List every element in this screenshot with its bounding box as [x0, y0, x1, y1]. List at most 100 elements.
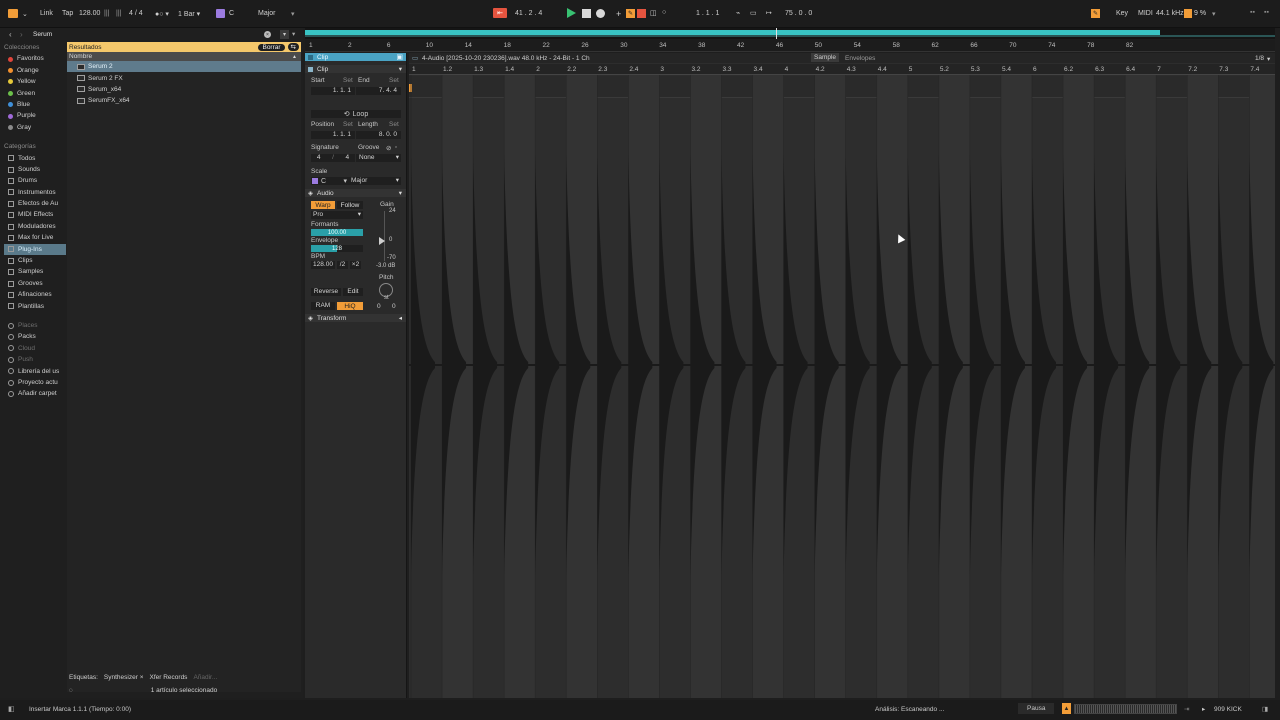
- nudge-bars-icon[interactable]: |||: [116, 10, 121, 17]
- edit-button[interactable]: Edit: [343, 288, 363, 296]
- clip-section-chevron-icon[interactable]: ▾: [399, 65, 402, 73]
- place-item[interactable]: Packs: [4, 331, 66, 342]
- length-field[interactable]: 8. 0. 0: [356, 131, 401, 139]
- signature-numerator[interactable]: 4: [317, 154, 321, 162]
- groove-hot-swap-icon[interactable]: ⊘: [386, 144, 391, 152]
- collection-item[interactable]: Green: [4, 88, 66, 99]
- collection-item[interactable]: Gray: [4, 122, 66, 133]
- collection-item[interactable]: Blue: [4, 99, 66, 110]
- double-tempo-button[interactable]: ×2: [350, 261, 361, 269]
- position-field[interactable]: 1. 1. 1: [311, 131, 355, 139]
- nudge-icon[interactable]: |||: [104, 10, 109, 17]
- clip-section-header[interactable]: Clip ▾: [305, 65, 406, 73]
- live-logo-icon[interactable]: [8, 9, 18, 18]
- start-set-button[interactable]: Set: [343, 77, 353, 84]
- place-item[interactable]: Añadir carpet: [4, 388, 66, 399]
- overdub-icon[interactable]: +: [616, 9, 621, 19]
- loop-toggle[interactable]: ⟲ Loop: [311, 110, 401, 118]
- transform-chevron-icon[interactable]: ◂: [399, 314, 402, 322]
- automation-arm-icon[interactable]: ✎: [626, 9, 635, 18]
- pitch-semitones[interactable]: 0: [377, 303, 381, 310]
- result-item[interactable]: Serum 2: [67, 61, 301, 73]
- follow-button[interactable]: Follow: [337, 201, 363, 209]
- panel-toggle-icon[interactable]: ◨: [1262, 705, 1268, 713]
- groove-commit-icon[interactable]: ◦: [395, 144, 397, 151]
- loop-switch-icon[interactable]: ⌁: [736, 9, 740, 17]
- category-item[interactable]: Samples: [4, 266, 66, 277]
- category-item[interactable]: MIDI Effects: [4, 209, 66, 220]
- category-item[interactable]: Todos: [4, 153, 66, 164]
- scale-icon[interactable]: [216, 9, 225, 18]
- formants-slider[interactable]: 100.00: [311, 229, 363, 236]
- ram-button[interactable]: RAM: [311, 302, 335, 310]
- position-set-button[interactable]: Set: [343, 121, 353, 128]
- transform-section-header[interactable]: ◈ Transform ◂: [305, 314, 406, 322]
- warp-button[interactable]: Warp: [311, 201, 335, 209]
- arrangement-overview[interactable]: [305, 28, 1275, 39]
- tab-envelopes[interactable]: Envelopes: [845, 55, 875, 62]
- reverse-button[interactable]: Reverse: [311, 288, 341, 296]
- metronome-toggle[interactable]: ●○ ▾: [155, 10, 169, 18]
- scale-mode-dropdown[interactable]: Major: [258, 10, 276, 17]
- place-item[interactable]: Push: [4, 354, 66, 365]
- arrangement-ruler[interactable]: 1 2 6 10 14 18 22 26 30 34 38 42 46 50 54 58 62 66 70 74 78 8…: [305, 40, 1275, 52]
- loop-circle-icon[interactable]: ○: [662, 9, 666, 16]
- place-item[interactable]: Proyecto actu: [4, 377, 66, 388]
- record-icon[interactable]: [596, 9, 605, 18]
- play-icon[interactable]: [567, 8, 576, 18]
- remove-tag-icon[interactable]: ×: [140, 674, 144, 681]
- back-icon[interactable]: ‹: [9, 30, 12, 39]
- category-item[interactable]: Moduladores: [4, 221, 66, 232]
- gain-slider-track[interactable]: [384, 211, 385, 261]
- clip-save-icon[interactable]: ▣: [396, 53, 403, 61]
- clear-results-button[interactable]: Borrar: [258, 43, 285, 51]
- session-record-icon[interactable]: [637, 9, 646, 18]
- draw-mode-icon[interactable]: ▭: [750, 9, 757, 17]
- tag-chip[interactable]: Synthesizer ×: [104, 674, 144, 681]
- scale-root-dropdown[interactable]: C: [229, 10, 234, 17]
- category-item[interactable]: Clips: [4, 255, 66, 266]
- collection-item[interactable]: Orange: [4, 65, 66, 76]
- filter-icon[interactable]: ▾: [280, 30, 289, 39]
- results-options-icon[interactable]: ⇆: [287, 43, 299, 51]
- start-field[interactable]: 1. 1. 1: [311, 87, 355, 95]
- song-position-field[interactable]: 41 . 2 . 4: [515, 10, 542, 17]
- category-item[interactable]: Plantillas: [4, 301, 66, 312]
- signature-denominator[interactable]: 4: [346, 154, 350, 162]
- clear-search-icon[interactable]: ×: [264, 31, 271, 38]
- time-signature-field[interactable]: 4 / 4: [129, 10, 143, 17]
- view-options-icon[interactable]: ▾: [292, 30, 295, 38]
- end-field[interactable]: 7. 4. 4: [356, 87, 401, 95]
- add-tag-button[interactable]: Añadir...: [193, 674, 217, 681]
- gain-slider-handle[interactable]: [379, 237, 385, 245]
- pause-button[interactable]: Pausa: [1018, 703, 1055, 714]
- category-item[interactable]: Sounds: [4, 164, 66, 175]
- sample-beat-ruler[interactable]: 1 1.2 1.3 1.4 2 2.2 2.3 2.4 3 3.2 3.3 3.4 4 4.2 4.3 4.4…: [409, 64, 1275, 74]
- category-item[interactable]: Efectos de Au: [4, 198, 66, 209]
- arrangement-record-icon[interactable]: ⇤: [493, 8, 507, 18]
- audio-section-header[interactable]: ◈ Audio ▾: [305, 189, 406, 197]
- stop-icon[interactable]: [582, 9, 591, 18]
- audio-section-chevron-icon[interactable]: ▾: [399, 189, 402, 197]
- hiq-button[interactable]: HiQ: [337, 302, 363, 310]
- clip-header-bar[interactable]: Clip ▣: [305, 53, 406, 61]
- place-item[interactable]: Cloud: [4, 343, 66, 354]
- midi-map-button[interactable]: MIDI: [1138, 10, 1153, 17]
- key-map-button[interactable]: Key: [1116, 10, 1128, 17]
- warp-mode-dropdown[interactable]: Pro ▾: [311, 211, 363, 219]
- result-item[interactable]: Serum_x64: [67, 84, 301, 95]
- clip-scale-root-dropdown[interactable]: C ▾: [311, 177, 349, 185]
- scale-mode-chevron-icon[interactable]: ▾: [291, 10, 295, 18]
- track-arrow-icon[interactable]: ▸: [1202, 705, 1205, 713]
- collection-item[interactable]: Purple: [4, 110, 66, 121]
- info-toggle-icon[interactable]: ◧: [8, 705, 15, 713]
- category-item[interactable]: Plug-Ins: [4, 243, 66, 256]
- key-map-icon[interactable]: ✎: [1091, 9, 1100, 18]
- sort-icon[interactable]: ▲: [292, 54, 297, 60]
- clip-scale-mode-dropdown[interactable]: Major ▾: [349, 177, 401, 185]
- search-input[interactable]: Serum: [33, 31, 52, 38]
- category-item[interactable]: Max for Live: [4, 232, 66, 243]
- name-column-header[interactable]: Nombre ▲: [67, 52, 301, 61]
- result-item[interactable]: SerumFX_x64: [67, 95, 301, 106]
- warning-icon[interactable]: ▲: [1062, 703, 1071, 714]
